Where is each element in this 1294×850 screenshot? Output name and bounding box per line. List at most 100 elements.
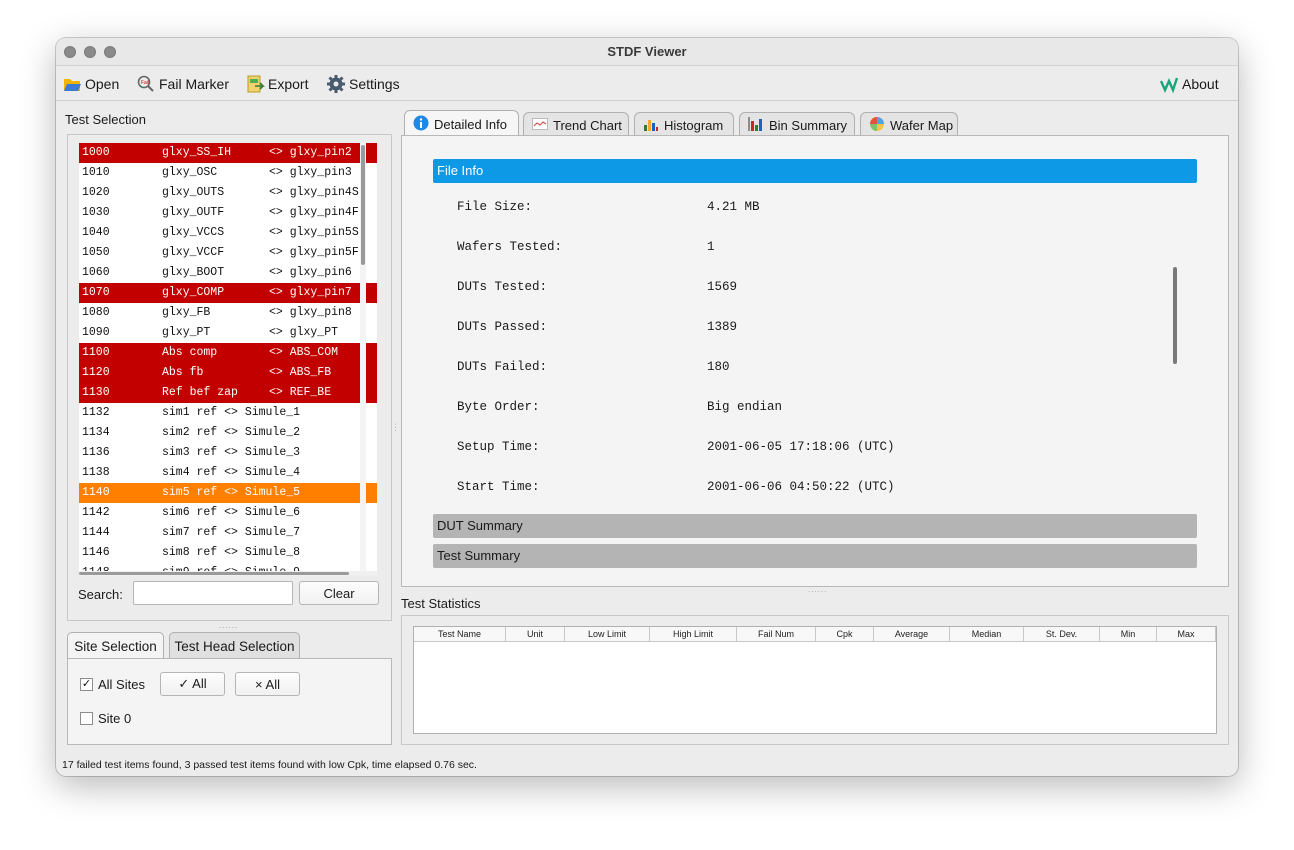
test-list-item[interactable]: 1030 glxy_OUTF <> glxy_pin4F bbox=[79, 203, 377, 223]
column-header[interactable]: St. Dev. bbox=[1024, 627, 1100, 642]
test-name: glxy_BOOT bbox=[162, 266, 225, 279]
test-list-item[interactable]: 1010 glxy_OSC <> glxy_pin3 bbox=[79, 163, 377, 183]
test-number: 1100 bbox=[82, 346, 110, 359]
test-summary-header[interactable]: Test Summary bbox=[433, 544, 1197, 568]
test-number: 1010 bbox=[82, 166, 110, 179]
column-header[interactable]: High Limit bbox=[650, 627, 737, 642]
test-number: 1146 bbox=[82, 546, 110, 559]
file-info-header[interactable]: File Info bbox=[433, 159, 1197, 183]
column-header[interactable]: Average bbox=[874, 627, 950, 642]
check-all-sites-button[interactable]: ✓ All bbox=[160, 672, 225, 696]
column-header[interactable]: Test Name bbox=[414, 627, 506, 642]
test-pin: <> glxy_pin7 bbox=[269, 286, 352, 299]
uncheck-all-sites-button[interactable]: × All bbox=[235, 672, 300, 696]
tab-histogram-label: Histogram bbox=[664, 117, 724, 133]
column-header[interactable]: Median bbox=[950, 627, 1024, 642]
test-list-item[interactable]: 1144 sim7 ref <> Simule_7 bbox=[79, 523, 377, 543]
test-name: glxy_OSC bbox=[162, 166, 218, 179]
test-list-item[interactable]: 1138 sim4 ref <> Simule_4 bbox=[79, 463, 377, 483]
test-name: sim7 ref <> Simule_7 bbox=[162, 526, 301, 539]
open-button[interactable]: Open bbox=[62, 71, 119, 97]
tab-detailed-info[interactable]: Detailed Info bbox=[404, 110, 519, 137]
test-pin: <> REF_BE bbox=[269, 386, 332, 399]
test-list-item[interactable]: 1136 sim3 ref <> Simule_3 bbox=[79, 443, 377, 463]
clear-button[interactable]: Clear bbox=[299, 581, 379, 605]
test-name: glxy_PT bbox=[162, 326, 211, 339]
test-list-item[interactable]: 1050 glxy_VCCF <> glxy_pin5F bbox=[79, 243, 377, 263]
tab-trend-chart[interactable]: Trend Chart bbox=[523, 112, 629, 137]
test-list-item[interactable]: 1132 sim1 ref <> Simule_1 bbox=[79, 403, 377, 423]
test-list-item[interactable]: 1134 sim2 ref <> Simule_2 bbox=[79, 423, 377, 443]
column-header[interactable]: Cpk bbox=[816, 627, 874, 642]
trend-chart-icon bbox=[532, 117, 548, 133]
wafer-map-icon bbox=[869, 116, 885, 135]
test-statistics-panel: Test Name Unit Low Limit High Limit Fail Num… bbox=[401, 615, 1229, 745]
status-bar: 17 failed test items found, 3 passed tes… bbox=[62, 759, 477, 771]
open-label: Open bbox=[85, 76, 120, 92]
test-list-item[interactable]: 1000 glxy_SS_IH <> glxy_pin2 bbox=[79, 143, 377, 163]
test-number: 1140 bbox=[82, 486, 110, 499]
test-number: 1138 bbox=[82, 466, 110, 479]
test-list-item[interactable]: 1120 Abs fb <> ABS_FB bbox=[79, 363, 377, 383]
tab-test-head-selection[interactable]: Test Head Selection bbox=[169, 632, 300, 659]
site0-checkbox[interactable] bbox=[80, 712, 93, 725]
test-list-item[interactable]: 1142 sim6 ref <> Simule_6 bbox=[79, 503, 377, 523]
histogram-icon bbox=[643, 117, 659, 134]
test-list-item[interactable]: 1100 Abs comp <> ABS_COM bbox=[79, 343, 377, 363]
test-name: Abs fb bbox=[162, 366, 204, 379]
test-name: glxy_OUTS bbox=[162, 186, 225, 199]
all-sites-checkbox[interactable]: ✓ bbox=[80, 678, 93, 691]
test-name: glxy_VCCF bbox=[162, 246, 225, 259]
test-list-item[interactable]: 1130 Ref bef zap <> REF_BE bbox=[79, 383, 377, 403]
bin-summary-icon bbox=[748, 116, 764, 134]
export-button[interactable]: Export bbox=[245, 71, 308, 97]
tab-histogram[interactable]: Histogram bbox=[634, 112, 734, 137]
tab-wafer-map[interactable]: Wafer Map bbox=[860, 112, 958, 137]
test-number: 1070 bbox=[82, 286, 110, 299]
file-info-key: Wafers Tested: bbox=[457, 240, 563, 254]
file-info-key: DUTs Failed: bbox=[457, 360, 548, 374]
column-header[interactable]: Fail Num bbox=[737, 627, 816, 642]
file-info-value: 180 bbox=[707, 360, 730, 374]
tab-bin-summary[interactable]: Bin Summary bbox=[739, 112, 855, 137]
gear-icon bbox=[326, 74, 346, 94]
settings-button[interactable]: Settings bbox=[326, 71, 400, 97]
test-list-item[interactable]: 1080 glxy_FB <> glxy_pin8 bbox=[79, 303, 377, 323]
test-list-item[interactable]: 1020 glxy_OUTS <> glxy_pin4S bbox=[79, 183, 377, 203]
file-info-key: DUTs Tested: bbox=[457, 280, 548, 294]
test-list-hscrollbar[interactable] bbox=[79, 571, 377, 576]
test-list[interactable]: 1000 glxy_SS_IH <> glxy_pin2 1010 glxy_OSC <>… bbox=[79, 143, 377, 573]
splitter-handle-right[interactable]: ...... bbox=[808, 585, 827, 594]
test-list-scrollbar[interactable] bbox=[360, 143, 366, 573]
test-number: 1120 bbox=[82, 366, 110, 379]
export-label: Export bbox=[268, 76, 309, 92]
detailed-info-panel: File Info File Size: 4.21 MB Wafers Tested… bbox=[401, 135, 1229, 587]
dut-summary-header[interactable]: DUT Summary bbox=[433, 514, 1197, 538]
fail-marker-label: Fail Marker bbox=[159, 76, 230, 92]
about-button[interactable]: About bbox=[1159, 71, 1219, 97]
test-pin: <> glxy_pin8 bbox=[269, 306, 352, 319]
search-input[interactable] bbox=[133, 581, 293, 605]
column-header[interactable]: Max bbox=[1157, 627, 1216, 642]
column-header[interactable]: Low Limit bbox=[565, 627, 650, 642]
file-info-value: 2001-06-06 04:50:22 (UTC) bbox=[707, 480, 895, 494]
column-header[interactable]: Min bbox=[1100, 627, 1157, 642]
file-info-value: Big endian bbox=[707, 400, 783, 414]
tab-site-selection[interactable]: Site Selection bbox=[67, 632, 164, 660]
test-list-item[interactable]: 1070 glxy_COMP <> glxy_pin7 bbox=[79, 283, 377, 303]
test-statistics-table[interactable]: Test Name Unit Low Limit High Limit Fail Num… bbox=[413, 626, 1217, 734]
test-list-item[interactable]: 1060 glxy_BOOT <> glxy_pin6 bbox=[79, 263, 377, 283]
test-list-item[interactable]: 1090 glxy_PT <> glxy_PT bbox=[79, 323, 377, 343]
test-list-item[interactable]: 1040 glxy_VCCS <> glxy_pin5S bbox=[79, 223, 377, 243]
test-list-item[interactable]: 1140 sim5 ref <> Simule_5 bbox=[79, 483, 377, 503]
test-number: 1040 bbox=[82, 226, 110, 239]
site-selection-panel: ✓ All Sites ✓ All × All Site 0 bbox=[67, 658, 392, 745]
fail-marker-icon: Fail bbox=[136, 74, 156, 94]
settings-label: Settings bbox=[349, 76, 400, 92]
test-list-item[interactable]: 1146 sim8 ref <> Simule_8 bbox=[79, 543, 377, 563]
detail-scrollbar[interactable] bbox=[1173, 267, 1177, 364]
column-header[interactable]: Unit bbox=[506, 627, 565, 642]
file-info-value: 1569 bbox=[707, 280, 738, 294]
splitter-handle[interactable]: ...... bbox=[219, 621, 238, 630]
fail-marker-button[interactable]: Fail Fail Marker bbox=[136, 71, 229, 97]
